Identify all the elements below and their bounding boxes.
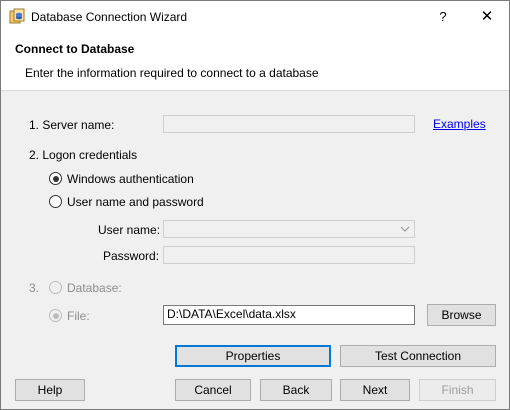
user-pass-label[interactable]: User name and password [67,195,204,209]
dialog-window: Database Connection Wizard ? ✕ Connect t… [0,0,510,410]
username-combo[interactable] [163,220,415,238]
page-description: Enter the information required to connec… [25,66,319,80]
page-title: Connect to Database [15,42,135,56]
user-pass-radio[interactable] [49,195,62,208]
browse-button[interactable]: Browse [427,304,496,326]
examples-link[interactable]: Examples [433,117,486,131]
wizard-header: Connect to Database Enter the informatio… [1,32,509,91]
cancel-button[interactable]: Cancel [175,379,251,401]
database-radio[interactable] [49,281,62,294]
database-wizard-icon [9,8,25,24]
window-title: Database Connection Wizard [31,10,188,24]
section3-number: 3. [29,281,40,295]
properties-button[interactable]: Properties [175,345,331,367]
file-path-input[interactable]: D:\DATA\Excel\data.xlsx [163,305,415,325]
server-name-label: 1. Server name: [29,118,115,132]
chevron-down-icon[interactable] [398,222,412,236]
help-title-button[interactable]: ? [425,2,461,31]
server-name-input[interactable] [163,115,415,133]
help-button[interactable]: Help [15,379,85,401]
windows-auth-radio[interactable] [49,172,62,185]
back-button[interactable]: Back [260,379,332,401]
test-connection-button[interactable]: Test Connection [340,345,496,367]
logon-credentials-label: 2. Logon credentials [29,148,138,162]
password-label: Password: [103,249,160,263]
file-radio[interactable] [49,309,62,322]
title-bar: Database Connection Wizard ? ✕ [1,1,509,32]
username-label: User name: [98,223,161,237]
file-label: File: [67,309,90,323]
finish-button[interactable]: Finish [419,379,496,401]
close-button[interactable]: ✕ [465,2,509,31]
password-input[interactable] [163,246,415,264]
next-button[interactable]: Next [340,379,410,401]
windows-auth-label[interactable]: Windows authentication [67,172,194,186]
database-label: Database: [67,281,122,295]
